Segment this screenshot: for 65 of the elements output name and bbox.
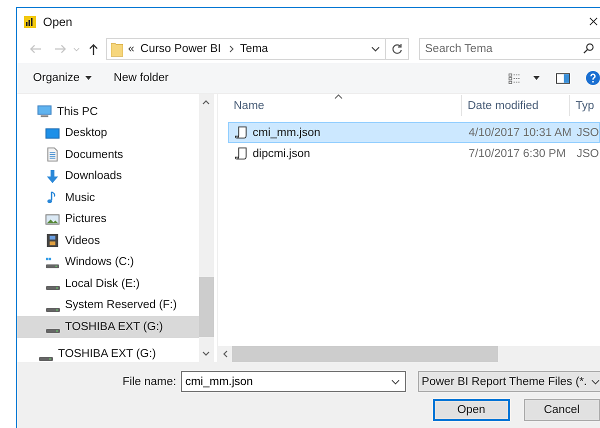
desktop-icon <box>45 126 60 141</box>
file-row[interactable]: cmi_mm.json 4/10/2017 10:31 AM JSO <box>228 122 600 143</box>
breadcrumb-overflow[interactable]: « <box>128 43 134 55</box>
drive-icon <box>38 356 52 361</box>
dropdown-caret-icon <box>591 378 600 384</box>
file-name-label: File name: <box>122 376 176 388</box>
film-icon <box>45 233 60 248</box>
nav-item[interactable]: Downloads <box>17 166 199 187</box>
nav-item[interactable]: Local Disk (E:) <box>17 273 199 294</box>
address-bar[interactable]: « Curso Power BI Tema <box>106 38 409 60</box>
nav-item[interactable]: Videos <box>17 230 199 252</box>
date-cell-text: 7/10/2017 6:30 PM <box>468 148 567 160</box>
dropdown-caret-icon[interactable] <box>371 46 380 52</box>
search-field[interactable]: Search Tema <box>419 38 600 60</box>
refresh-icon <box>391 43 403 55</box>
script-file-icon <box>234 126 248 139</box>
window-title: Open <box>43 14 72 28</box>
cancel-button[interactable]: Cancel <box>524 399 600 421</box>
view-caret-icon[interactable] <box>533 76 540 80</box>
folder-icon <box>111 42 123 56</box>
dropdown-caret-icon[interactable] <box>390 379 400 385</box>
document-icon <box>45 147 60 162</box>
drive-icon <box>46 308 60 312</box>
file-name: dipcmi.json <box>252 148 310 160</box>
open-button[interactable]: Open <box>433 399 510 421</box>
file-type-dropdown[interactable]: Power BI Report Theme Files (*. <box>418 371 600 392</box>
column-header[interactable]: Date modified <box>462 95 570 116</box>
scrollbar-thumb[interactable] <box>198 277 214 337</box>
close-icon[interactable] <box>589 17 598 26</box>
preview-pane-icon[interactable] <box>556 72 570 84</box>
column-header[interactable]: Typ <box>570 95 600 116</box>
breadcrumb[interactable]: Tema <box>240 43 268 55</box>
nav-item[interactable]: Music <box>17 187 199 208</box>
nav-item[interactable]: Desktop <box>17 122 199 144</box>
type-cell-text: JSO <box>576 148 599 160</box>
drive-icon <box>46 286 60 290</box>
app-logo-icon <box>24 16 36 28</box>
nav-item[interactable]: Pictures <box>17 208 199 230</box>
download-arrow-icon <box>45 168 60 184</box>
organize-menu[interactable]: Organize <box>29 69 96 87</box>
script-file-icon <box>234 147 248 160</box>
file-row[interactable]: dipcmi.json 7/10/2017 6:30 PM JSO <box>228 143 600 164</box>
breadcrumb[interactable]: Curso Power BI <box>140 43 221 55</box>
help-icon[interactable] <box>586 71 600 85</box>
file-name-field[interactable]: cmi_mm.json <box>181 371 406 392</box>
nav-item[interactable]: This PC <box>17 101 199 122</box>
nav-item[interactable]: TOSHIBA EXT (G:) <box>17 344 199 365</box>
nav-item[interactable]: Windows (C:) <box>17 252 199 273</box>
file-name: cmi_mm.json <box>252 126 320 138</box>
drive-icon <box>46 329 60 334</box>
chevron-icon[interactable] <box>228 45 234 53</box>
computer-icon <box>37 104 52 120</box>
sort-caret-icon <box>334 94 343 99</box>
picture-icon <box>45 212 60 227</box>
nav-item[interactable]: System Reserved (F:) <box>17 294 199 316</box>
nav-item[interactable]: Documents <box>17 144 199 166</box>
new-folder-button[interactable]: New folder <box>110 69 173 87</box>
type-cell-text: JSO <box>576 126 599 138</box>
column-header[interactable]: Name <box>228 95 462 116</box>
view-options-icon[interactable] <box>508 72 521 84</box>
scrollbar-thumb[interactable] <box>232 346 498 362</box>
search-icon <box>583 43 594 54</box>
nav-item[interactable]: TOSHIBA EXT (G:) <box>17 316 199 338</box>
date-cell-text: 4/10/2017 10:31 AM <box>468 126 571 138</box>
up-arrow-icon[interactable] <box>88 42 99 56</box>
